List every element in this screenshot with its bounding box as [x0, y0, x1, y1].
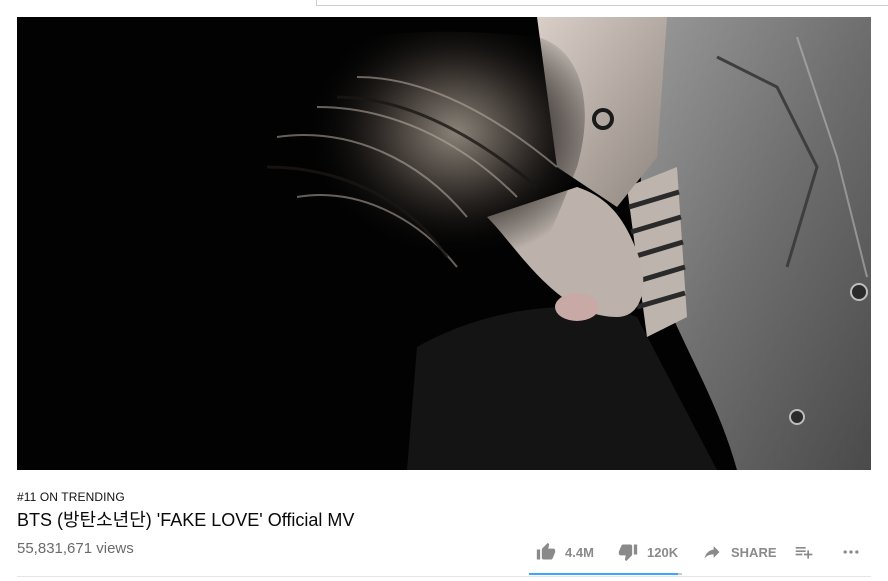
like-dislike-ratio-bar: [529, 573, 682, 575]
dislike-button[interactable]: 120K: [618, 538, 678, 566]
share-label: SHARE: [731, 544, 777, 560]
share-arrow-icon: [704, 546, 720, 559]
divider: [17, 576, 871, 577]
share-button[interactable]: SHARE: [702, 538, 777, 566]
masthead: [0, 0, 888, 16]
video-player[interactable]: [17, 17, 871, 470]
more-actions-button[interactable]: [840, 538, 871, 566]
more-icon: [843, 550, 859, 554]
thumb-up-icon: [536, 542, 556, 560]
search-box[interactable]: [316, 0, 888, 6]
video-title: BTS (방탄소년단) 'FAKE LOVE' Official MV: [17, 510, 355, 530]
view-count: 55,831,671 views: [17, 540, 134, 557]
like-ratio-fill: [529, 573, 678, 575]
dislike-count: 120K: [647, 544, 679, 560]
save-to-playlist-button[interactable]: [794, 538, 823, 566]
trending-badge[interactable]: #11 ON TRENDING: [17, 490, 125, 504]
like-button[interactable]: 4.4M: [536, 538, 594, 566]
dislike-ratio-fill: [678, 573, 682, 575]
playlist-add-icon: [795, 547, 813, 559]
video-frame: [17, 17, 871, 470]
like-count: 4.4M: [565, 544, 594, 560]
thumb-down-icon: [618, 544, 638, 562]
